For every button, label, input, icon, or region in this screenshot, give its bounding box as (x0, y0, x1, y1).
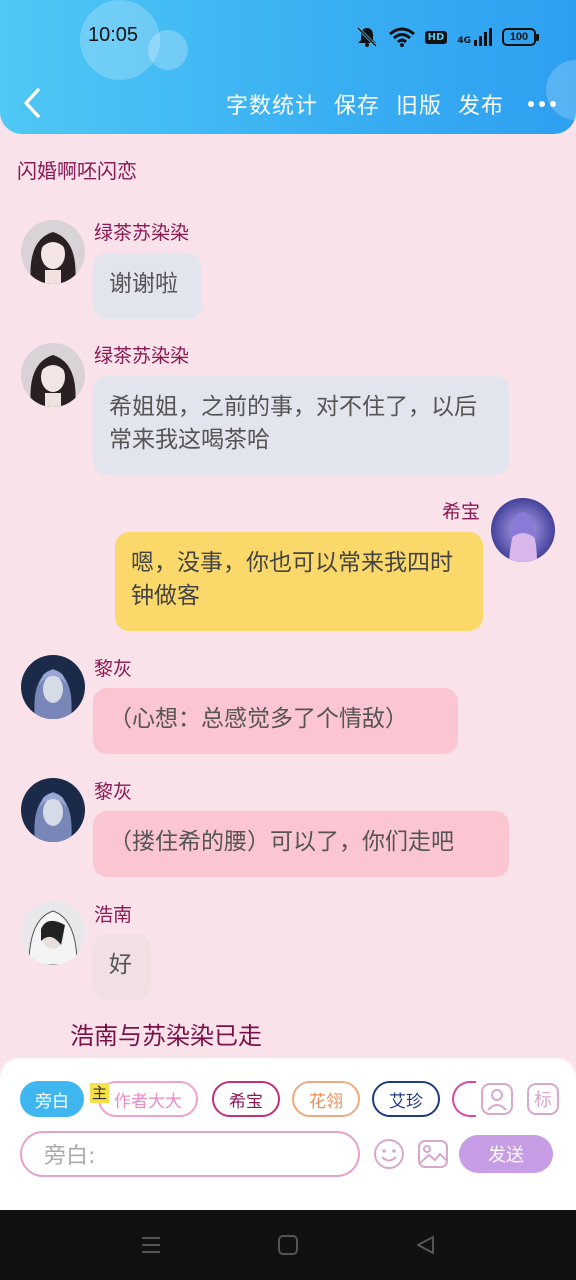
emoji-button[interactable] (372, 1137, 406, 1171)
role-chip-author[interactable]: 作者大大 (98, 1081, 198, 1117)
avatar[interactable] (21, 901, 85, 965)
chevron-left-icon (24, 88, 40, 118)
signal-icon: 4G (457, 28, 492, 46)
app-header: 10:05 HD 4G 100 字数统计 保存 旧版 发布 (0, 0, 576, 134)
page-title: 闪婚啊呸闪恋 (17, 159, 137, 183)
back-triangle-icon[interactable] (414, 1234, 436, 1260)
tag-icon: 标 (527, 1083, 559, 1115)
message-input[interactable]: 旁白: (20, 1131, 360, 1177)
sender-name: 绿茶苏染染 (94, 345, 190, 367)
mute-bell-icon (355, 26, 379, 48)
tag-icon-label: 标 (534, 1090, 552, 1111)
role-chip-narrator[interactable]: 旁白 (20, 1081, 84, 1117)
header-actions: 字数统计 保存 旧版 发布 (226, 88, 556, 120)
avatar[interactable] (21, 343, 85, 407)
smile-icon (374, 1139, 404, 1169)
system-nav-bar (0, 1210, 576, 1280)
send-button[interactable]: 发送 (459, 1135, 553, 1173)
status-icons: HD 4G 100 (355, 26, 539, 48)
person-card-icon (481, 1083, 513, 1115)
role-chip-xibao[interactable]: 希宝 (212, 1081, 280, 1117)
save-button[interactable]: 保存 (334, 88, 380, 120)
role-chip-hualing[interactable]: 花翎 (292, 1081, 360, 1117)
battery-icon: 100 (502, 28, 539, 46)
sender-name: 绿茶苏染染 (94, 222, 190, 244)
role-chip-aizhen[interactable]: 艾珍 (372, 1081, 440, 1117)
image-button[interactable] (416, 1137, 450, 1171)
avatar[interactable] (491, 498, 555, 562)
host-tag: 主 (90, 1083, 110, 1103)
sender-name: 黎灰 (94, 781, 133, 803)
input-placeholder: 旁白: (44, 1144, 96, 1169)
avatar[interactable] (21, 655, 85, 719)
menu-icon[interactable] (140, 1234, 162, 1260)
avatar[interactable] (21, 778, 85, 842)
sender-name: 黎灰 (94, 658, 133, 680)
role-manage-button[interactable] (480, 1082, 514, 1116)
wifi-icon (388, 27, 415, 47)
narration-text: 浩南与苏染染已走 (70, 1022, 262, 1050)
word-count-button[interactable]: 字数统计 (226, 88, 318, 120)
back-button[interactable] (18, 86, 48, 120)
message-bubble[interactable]: （心想：总感觉多了个情敌） (93, 688, 458, 754)
more-icon[interactable] (528, 101, 556, 107)
old-version-button[interactable]: 旧版 (396, 88, 442, 120)
message-bubble[interactable]: 谢谢啦 (93, 253, 202, 319)
message-bubble[interactable]: 嗯，没事，你也可以常来我四时钟做客 (115, 532, 483, 631)
decor-bubble (148, 30, 188, 70)
home-icon[interactable] (277, 1234, 299, 1260)
sender-name: 希宝 (442, 501, 481, 523)
message-bubble[interactable]: 好 (93, 934, 151, 1000)
message-bubble[interactable]: 希姐姐，之前的事，对不住了，以后常来我这喝茶哈 (93, 376, 509, 475)
image-icon (418, 1140, 448, 1168)
publish-button[interactable]: 发布 (458, 88, 504, 120)
tag-button[interactable]: 标 (526, 1082, 560, 1116)
hd-icon: HD (424, 30, 448, 44)
status-time: 10:05 (88, 24, 139, 46)
avatar[interactable] (21, 220, 85, 284)
network-type: 4G (457, 36, 471, 46)
sender-name: 浩南 (94, 904, 133, 926)
message-bubble[interactable]: （搂住希的腰）可以了，你们走吧 (93, 811, 509, 877)
